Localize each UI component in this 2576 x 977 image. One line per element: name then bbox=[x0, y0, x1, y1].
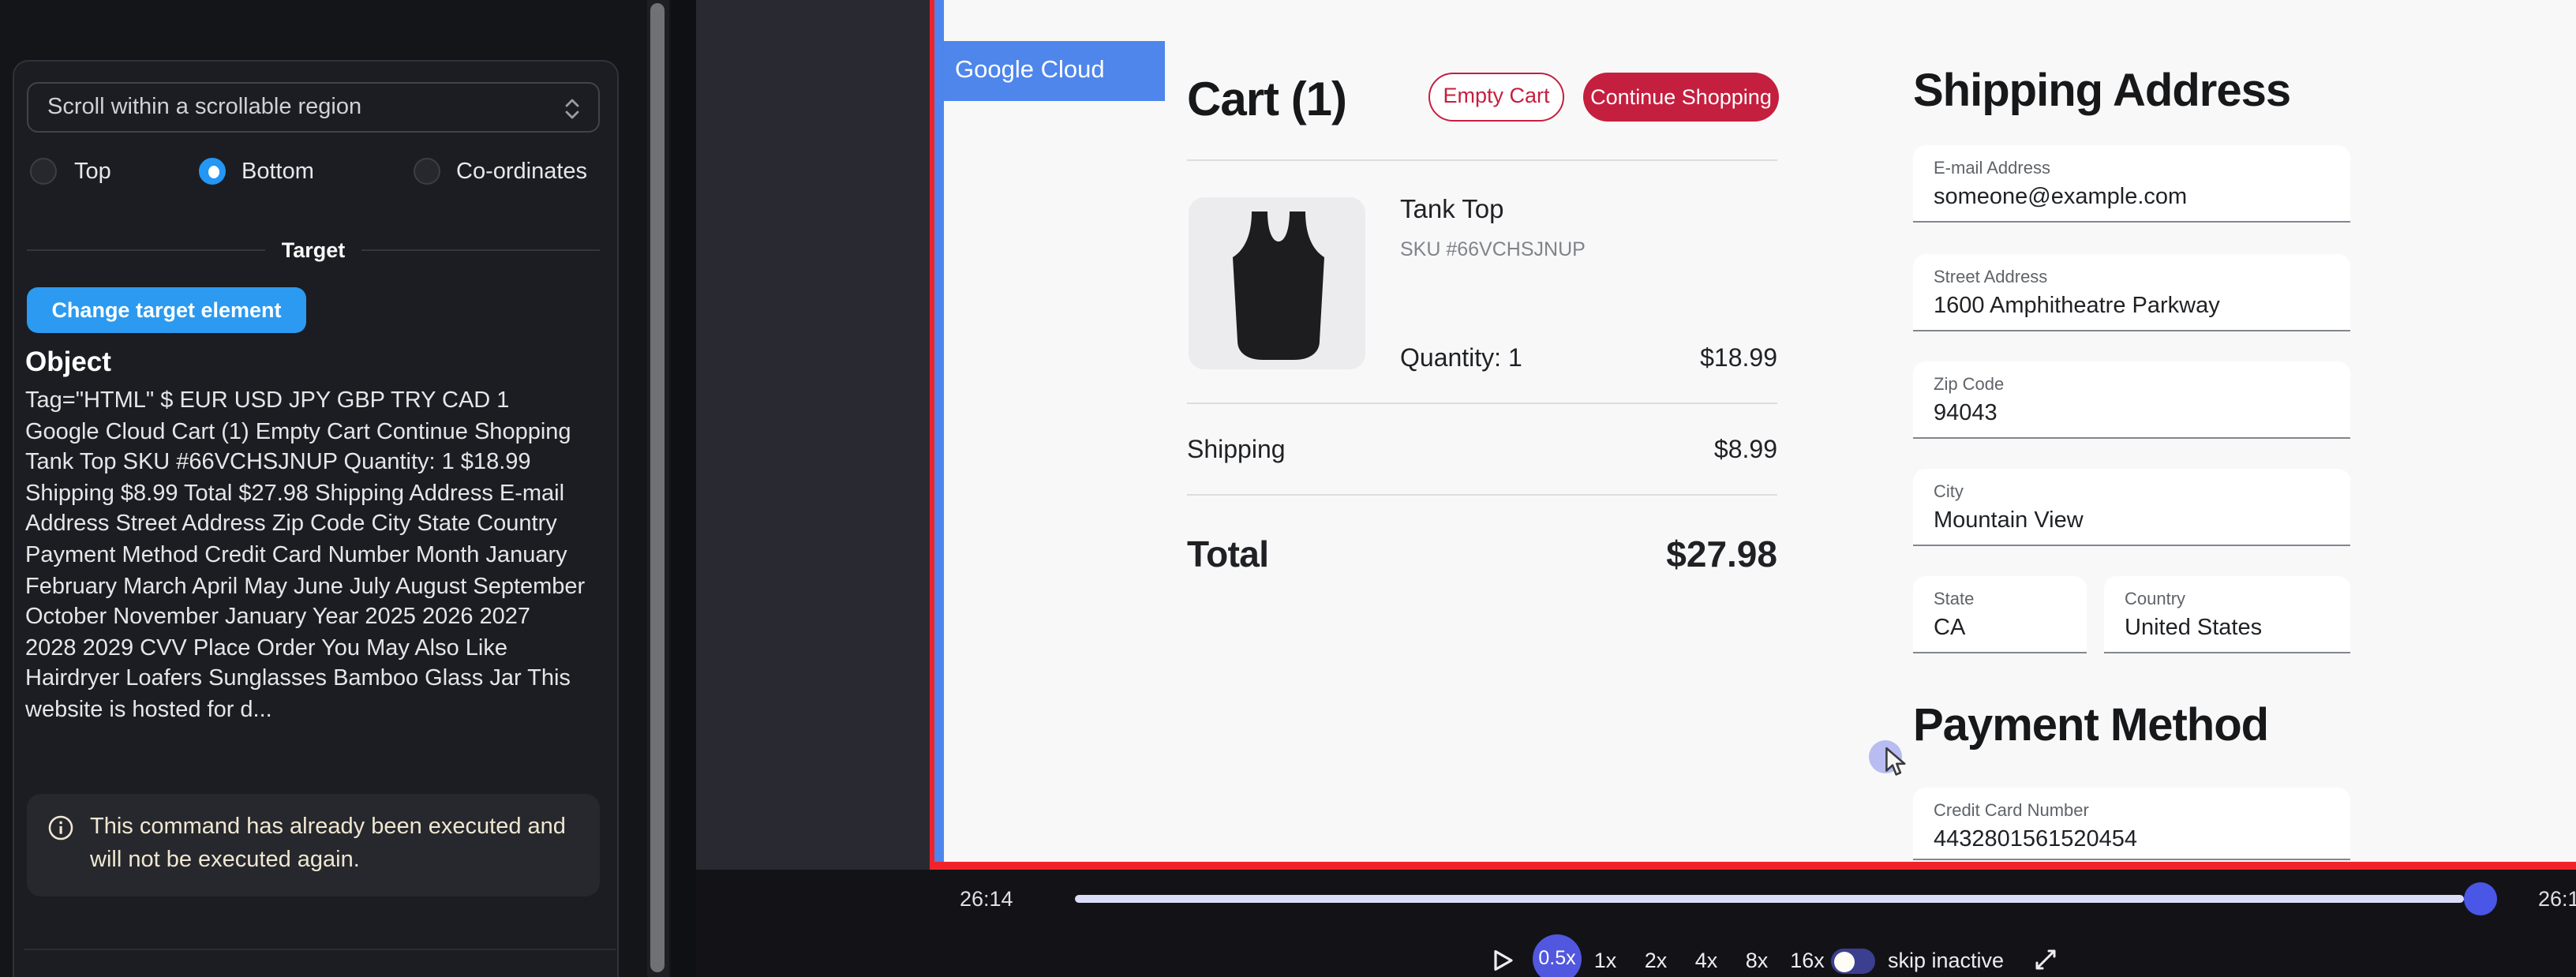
shop-page: Google Cloud Cart (1) Empty Cart Continu… bbox=[944, 0, 2576, 862]
country-field[interactable]: Country United States bbox=[2104, 576, 2350, 653]
zip-value: 94043 bbox=[1934, 401, 1998, 426]
sidebar-scrollbar-thumb[interactable] bbox=[650, 3, 665, 972]
product-price: $18.99 bbox=[1400, 346, 1777, 374]
payment-method-heading: Payment Method bbox=[1913, 701, 2268, 753]
scroll-highlight-blue bbox=[934, 0, 944, 870]
speed-4x-button[interactable]: 4x bbox=[1690, 949, 1722, 972]
speed-8x-button[interactable]: 8x bbox=[1741, 949, 1773, 972]
radio-coordinates-label[interactable]: Co-ordinates bbox=[456, 159, 587, 186]
zip-label: Zip Code bbox=[1934, 376, 2004, 395]
street-label: Street Address bbox=[1934, 268, 2047, 287]
country-label: Country bbox=[2125, 590, 2185, 609]
credit-card-field[interactable]: Credit Card Number 4432801561520454 bbox=[1913, 788, 2350, 860]
speed-2x-button[interactable]: 2x bbox=[1640, 949, 1672, 972]
info-icon bbox=[47, 814, 74, 841]
product-image bbox=[1189, 197, 1365, 369]
skip-inactive-label[interactable]: skip inactive bbox=[1888, 949, 2004, 972]
email-value: someone@example.com bbox=[1934, 185, 2187, 210]
city-value: Mountain View bbox=[1934, 508, 2084, 533]
radio-bottom-label[interactable]: Bottom bbox=[242, 159, 314, 186]
cart-divider bbox=[1187, 402, 1777, 404]
radio-top[interactable] bbox=[30, 158, 57, 185]
select-unfold-icon bbox=[562, 98, 582, 120]
timeline-knob[interactable] bbox=[2464, 882, 2497, 915]
command-type-value: Scroll within a scrollable region bbox=[47, 95, 361, 120]
object-heading: Object bbox=[25, 346, 111, 379]
target-section-divider: Target bbox=[27, 238, 600, 260]
product-name: Tank Top bbox=[1400, 196, 1504, 226]
command-sidebar: Scroll within a scrollable region Top Bo… bbox=[0, 0, 696, 977]
country-value: United States bbox=[2125, 616, 2262, 641]
cart-divider bbox=[1187, 159, 1777, 161]
shipping-price: $8.99 bbox=[1187, 437, 1777, 466]
shipping-address-heading: Shipping Address bbox=[1913, 66, 2290, 118]
expand-icon[interactable] bbox=[2033, 947, 2058, 972]
shop-logo-badge[interactable]: Google Cloud bbox=[944, 41, 1165, 101]
target-section-label: Target bbox=[282, 238, 346, 261]
mouse-cursor-icon bbox=[1885, 747, 1907, 777]
player-bar: 26:14 26:1 0.5x 1x 2x 4x 8x 16x skip ina… bbox=[696, 870, 2576, 977]
zip-field[interactable]: Zip Code 94043 bbox=[1913, 361, 2350, 439]
total-price: $27.98 bbox=[1187, 533, 1777, 576]
command-executed-notice: This command has already been executed a… bbox=[27, 794, 600, 897]
tank-top-image bbox=[1189, 197, 1365, 369]
sidebar-edge-gap bbox=[671, 0, 696, 977]
street-value: 1600 Amphitheatre Parkway bbox=[1934, 294, 2220, 319]
current-time: 26:14 bbox=[960, 887, 1013, 911]
command-type-select[interactable]: Scroll within a scrollable region bbox=[27, 82, 600, 133]
element-highlight-red-bottom bbox=[930, 862, 2576, 870]
object-description-text: Tag="HTML" $ EUR USD JPY GBP TRY CAD 1 G… bbox=[25, 387, 586, 727]
skip-inactive-toggle[interactable] bbox=[1831, 949, 1875, 974]
state-field[interactable]: State CA bbox=[1913, 576, 2087, 653]
continue-shopping-button[interactable]: Continue Shopping bbox=[1583, 73, 1779, 122]
notice-text: This command has already been executed a… bbox=[90, 811, 578, 897]
sidebar-divider bbox=[24, 949, 616, 950]
end-time: 26:1 bbox=[2538, 887, 2576, 911]
empty-cart-button[interactable]: Empty Cart bbox=[1428, 73, 1564, 122]
speed-16x-button[interactable]: 16x bbox=[1785, 949, 1829, 972]
city-field[interactable]: City Mountain View bbox=[1913, 469, 2350, 546]
street-field[interactable]: Street Address 1600 Amphitheatre Parkway bbox=[1913, 254, 2350, 331]
product-sku: SKU #66VCHSJNUP bbox=[1400, 238, 1586, 260]
radio-coordinates[interactable] bbox=[414, 158, 440, 185]
change-target-button[interactable]: Change target element bbox=[27, 287, 306, 333]
app-window: Scroll within a scrollable region Top Bo… bbox=[0, 0, 2576, 977]
play-icon[interactable] bbox=[1492, 949, 1515, 972]
state-value: CA bbox=[1934, 616, 1965, 641]
credit-card-value: 4432801561520454 bbox=[1934, 827, 2137, 852]
speed-1x-button[interactable]: 1x bbox=[1589, 949, 1621, 972]
email-field[interactable]: E-mail Address someone@example.com bbox=[1913, 145, 2350, 223]
timeline-track[interactable] bbox=[1075, 895, 2464, 903]
email-label: E-mail Address bbox=[1934, 159, 2050, 178]
radio-bottom[interactable] bbox=[199, 158, 226, 185]
cart-title: Cart (1) bbox=[1187, 74, 1346, 128]
speed-0-5x-button[interactable]: 0.5x bbox=[1533, 934, 1582, 977]
radio-top-label[interactable]: Top bbox=[74, 159, 111, 186]
state-label: State bbox=[1934, 590, 1974, 609]
credit-card-label: Credit Card Number bbox=[1934, 802, 2089, 821]
cart-divider bbox=[1187, 494, 1777, 496]
city-label: City bbox=[1934, 483, 1964, 502]
